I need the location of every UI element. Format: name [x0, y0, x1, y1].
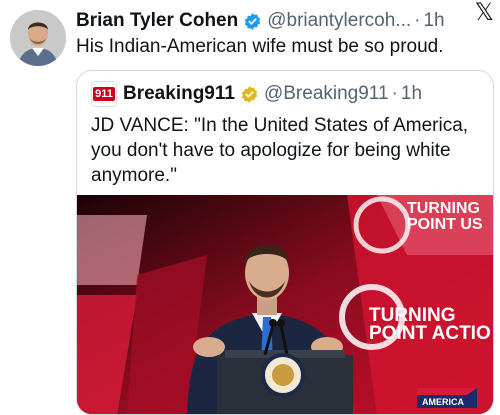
- corner-logo-text: AMERICA: [422, 397, 464, 407]
- quoted-tweet-header: 911 Breaking911 @Breaking911 · 1h: [91, 81, 422, 107]
- quoted-tweet-card[interactable]: 911 Breaking911 @Breaking911 · 1h JD VAN…: [76, 70, 494, 415]
- backdrop-text-mid-2: POINT ACTIO: [369, 323, 491, 344]
- quoted-author-name[interactable]: Breaking911: [123, 83, 235, 105]
- author-name[interactable]: Brian Tyler Cohen: [76, 10, 238, 32]
- gold-verified-badge-icon: [241, 85, 258, 103]
- backdrop-text-top-1: TURNING: [407, 200, 480, 217]
- quoted-author-avatar[interactable]: 911: [91, 81, 117, 107]
- x-logo-icon[interactable]: 𝕏: [475, 1, 494, 25]
- quoted-tweet-media[interactable]: TURNING POINT US TURNING POINT ACTIO AME…: [77, 195, 493, 414]
- author-avatar[interactable]: [10, 10, 66, 66]
- backdrop-text-top-2: POINT US: [407, 216, 483, 233]
- tweet-text: His Indian-American wife must be so prou…: [76, 36, 444, 57]
- quoted-avatar-logo: 911: [93, 87, 115, 101]
- author-handle[interactable]: @briantylercoh...: [267, 10, 411, 32]
- quoted-tweet-time[interactable]: 1h: [401, 83, 422, 105]
- verified-badge-icon: [245, 12, 261, 30]
- tweet-time[interactable]: 1h: [423, 10, 444, 32]
- tweet-header: Brian Tyler Cohen @briantylercoh... · 1h: [76, 8, 490, 34]
- quoted-tweet-text: JD VANCE: "In the United States of Ameri…: [91, 115, 469, 186]
- separator-dot: ·: [414, 10, 421, 31]
- quoted-separator-dot: ·: [391, 83, 398, 104]
- media-video-frame: TURNING POINT US TURNING POINT ACTIO AME…: [77, 195, 493, 414]
- quoted-author-handle[interactable]: @Breaking911: [264, 83, 389, 105]
- avatar-photo: [10, 10, 66, 66]
